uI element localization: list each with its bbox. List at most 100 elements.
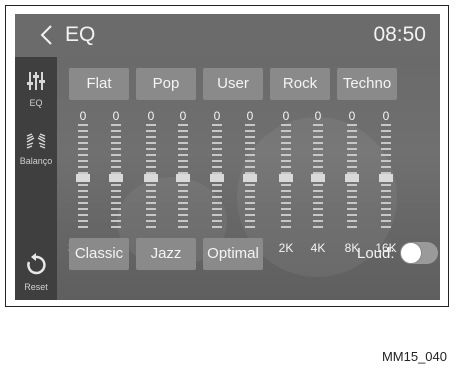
slider-tick <box>347 160 357 162</box>
slider-tick <box>111 142 121 144</box>
slider-knob[interactable] <box>311 174 325 182</box>
band-slider[interactable] <box>144 124 158 232</box>
sidebar-item-balance[interactable]: Balanço <box>15 133 57 166</box>
preset-button-techno[interactable]: Techno <box>337 68 397 100</box>
slider-tick <box>381 148 391 150</box>
slider-tick <box>78 136 88 138</box>
sidebar-item-eq[interactable]: EQ <box>15 71 57 108</box>
slider-tick <box>281 208 291 210</box>
slider-tick <box>245 142 255 144</box>
slider-tick <box>78 202 88 204</box>
slider-tick <box>111 160 121 162</box>
slider-tick <box>245 226 255 228</box>
slider-tick <box>78 124 88 126</box>
slider-tick <box>78 148 88 150</box>
band-slider[interactable] <box>243 124 257 232</box>
slider-knob[interactable] <box>109 174 123 182</box>
slider-knob[interactable] <box>144 174 158 182</box>
reset-arrow-icon <box>27 253 46 275</box>
figure-code: MM15_040 <box>381 349 447 364</box>
slider-tick <box>111 208 121 210</box>
slider-tick <box>78 142 88 144</box>
preset-button-optimal[interactable]: Optimal <box>203 238 263 270</box>
slider-tick <box>281 124 291 126</box>
reset-button[interactable]: Reset <box>15 253 57 292</box>
slider-tick <box>313 148 323 150</box>
slider-tick <box>111 190 121 192</box>
speakers-balance-icon <box>26 133 46 149</box>
slider-knob[interactable] <box>345 174 359 182</box>
slider-tick <box>178 154 188 156</box>
band-value: 0 <box>348 109 356 123</box>
slider-knob[interactable] <box>379 174 393 182</box>
chevron-left-icon[interactable] <box>37 25 57 45</box>
slider-tick <box>212 124 222 126</box>
slider-knob[interactable] <box>176 174 190 182</box>
slider-tick <box>381 166 391 168</box>
slider-tick <box>178 214 188 216</box>
slider-knob[interactable] <box>76 174 90 182</box>
band-slider[interactable] <box>279 124 293 232</box>
slider-tick <box>347 202 357 204</box>
slider-knob[interactable] <box>279 174 293 182</box>
slider-tick <box>212 202 222 204</box>
band-slider[interactable] <box>176 124 190 232</box>
slider-tick <box>78 196 88 198</box>
slider-tick <box>313 220 323 222</box>
preset-button-user[interactable]: User <box>203 68 263 100</box>
slider-tick <box>146 202 156 204</box>
slider-tick <box>281 160 291 162</box>
slider-tick <box>347 196 357 198</box>
slider-tick <box>281 214 291 216</box>
slider-tick <box>313 166 323 168</box>
loudness-toggle[interactable] <box>400 242 438 264</box>
band-value: 0 <box>112 109 120 123</box>
band-slider[interactable] <box>76 124 90 232</box>
slider-tick <box>212 142 222 144</box>
slider-tick <box>111 166 121 168</box>
slider-tick <box>146 208 156 210</box>
slider-tick <box>146 136 156 138</box>
slider-tick <box>178 190 188 192</box>
slider-tick <box>212 136 222 138</box>
slider-tick <box>146 226 156 228</box>
band-slider[interactable] <box>311 124 325 232</box>
band-slider[interactable] <box>345 124 359 232</box>
slider-tick <box>347 124 357 126</box>
slider-tick <box>78 160 88 162</box>
slider-tick <box>111 136 121 138</box>
slider-tick <box>78 166 88 168</box>
band-slider[interactable] <box>379 124 393 232</box>
slider-knob[interactable] <box>243 174 257 182</box>
slider-tick <box>281 142 291 144</box>
slider-tick <box>381 202 391 204</box>
slider-tick <box>245 184 255 186</box>
band-slider[interactable] <box>210 124 224 232</box>
slider-tick <box>146 148 156 150</box>
slider-tick <box>178 136 188 138</box>
slider-tick <box>146 190 156 192</box>
slider-tick <box>245 160 255 162</box>
slider-tick <box>78 220 88 222</box>
band-value: 0 <box>382 109 390 123</box>
slider-tick <box>178 160 188 162</box>
sidebar-label-balance: Balanço <box>19 156 53 166</box>
slider-tick <box>178 148 188 150</box>
preset-button-pop[interactable]: Pop <box>136 68 196 100</box>
slider-tick <box>78 226 88 228</box>
preset-button-jazz[interactable]: Jazz <box>136 238 196 270</box>
slider-tick <box>146 160 156 162</box>
preset-button-rock[interactable]: Rock <box>270 68 330 100</box>
slider-knob[interactable] <box>210 174 224 182</box>
toggle-knob <box>400 242 422 264</box>
band-slider[interactable] <box>109 124 123 232</box>
slider-tick <box>245 148 255 150</box>
slider-tick <box>347 142 357 144</box>
preset-button-flat[interactable]: Flat <box>69 68 129 100</box>
slider-tick <box>281 196 291 198</box>
slider-tick <box>111 154 121 156</box>
slider-tick <box>245 166 255 168</box>
preset-button-classic[interactable]: Classic <box>69 238 129 270</box>
slider-tick <box>281 184 291 186</box>
slider-tick <box>313 142 323 144</box>
